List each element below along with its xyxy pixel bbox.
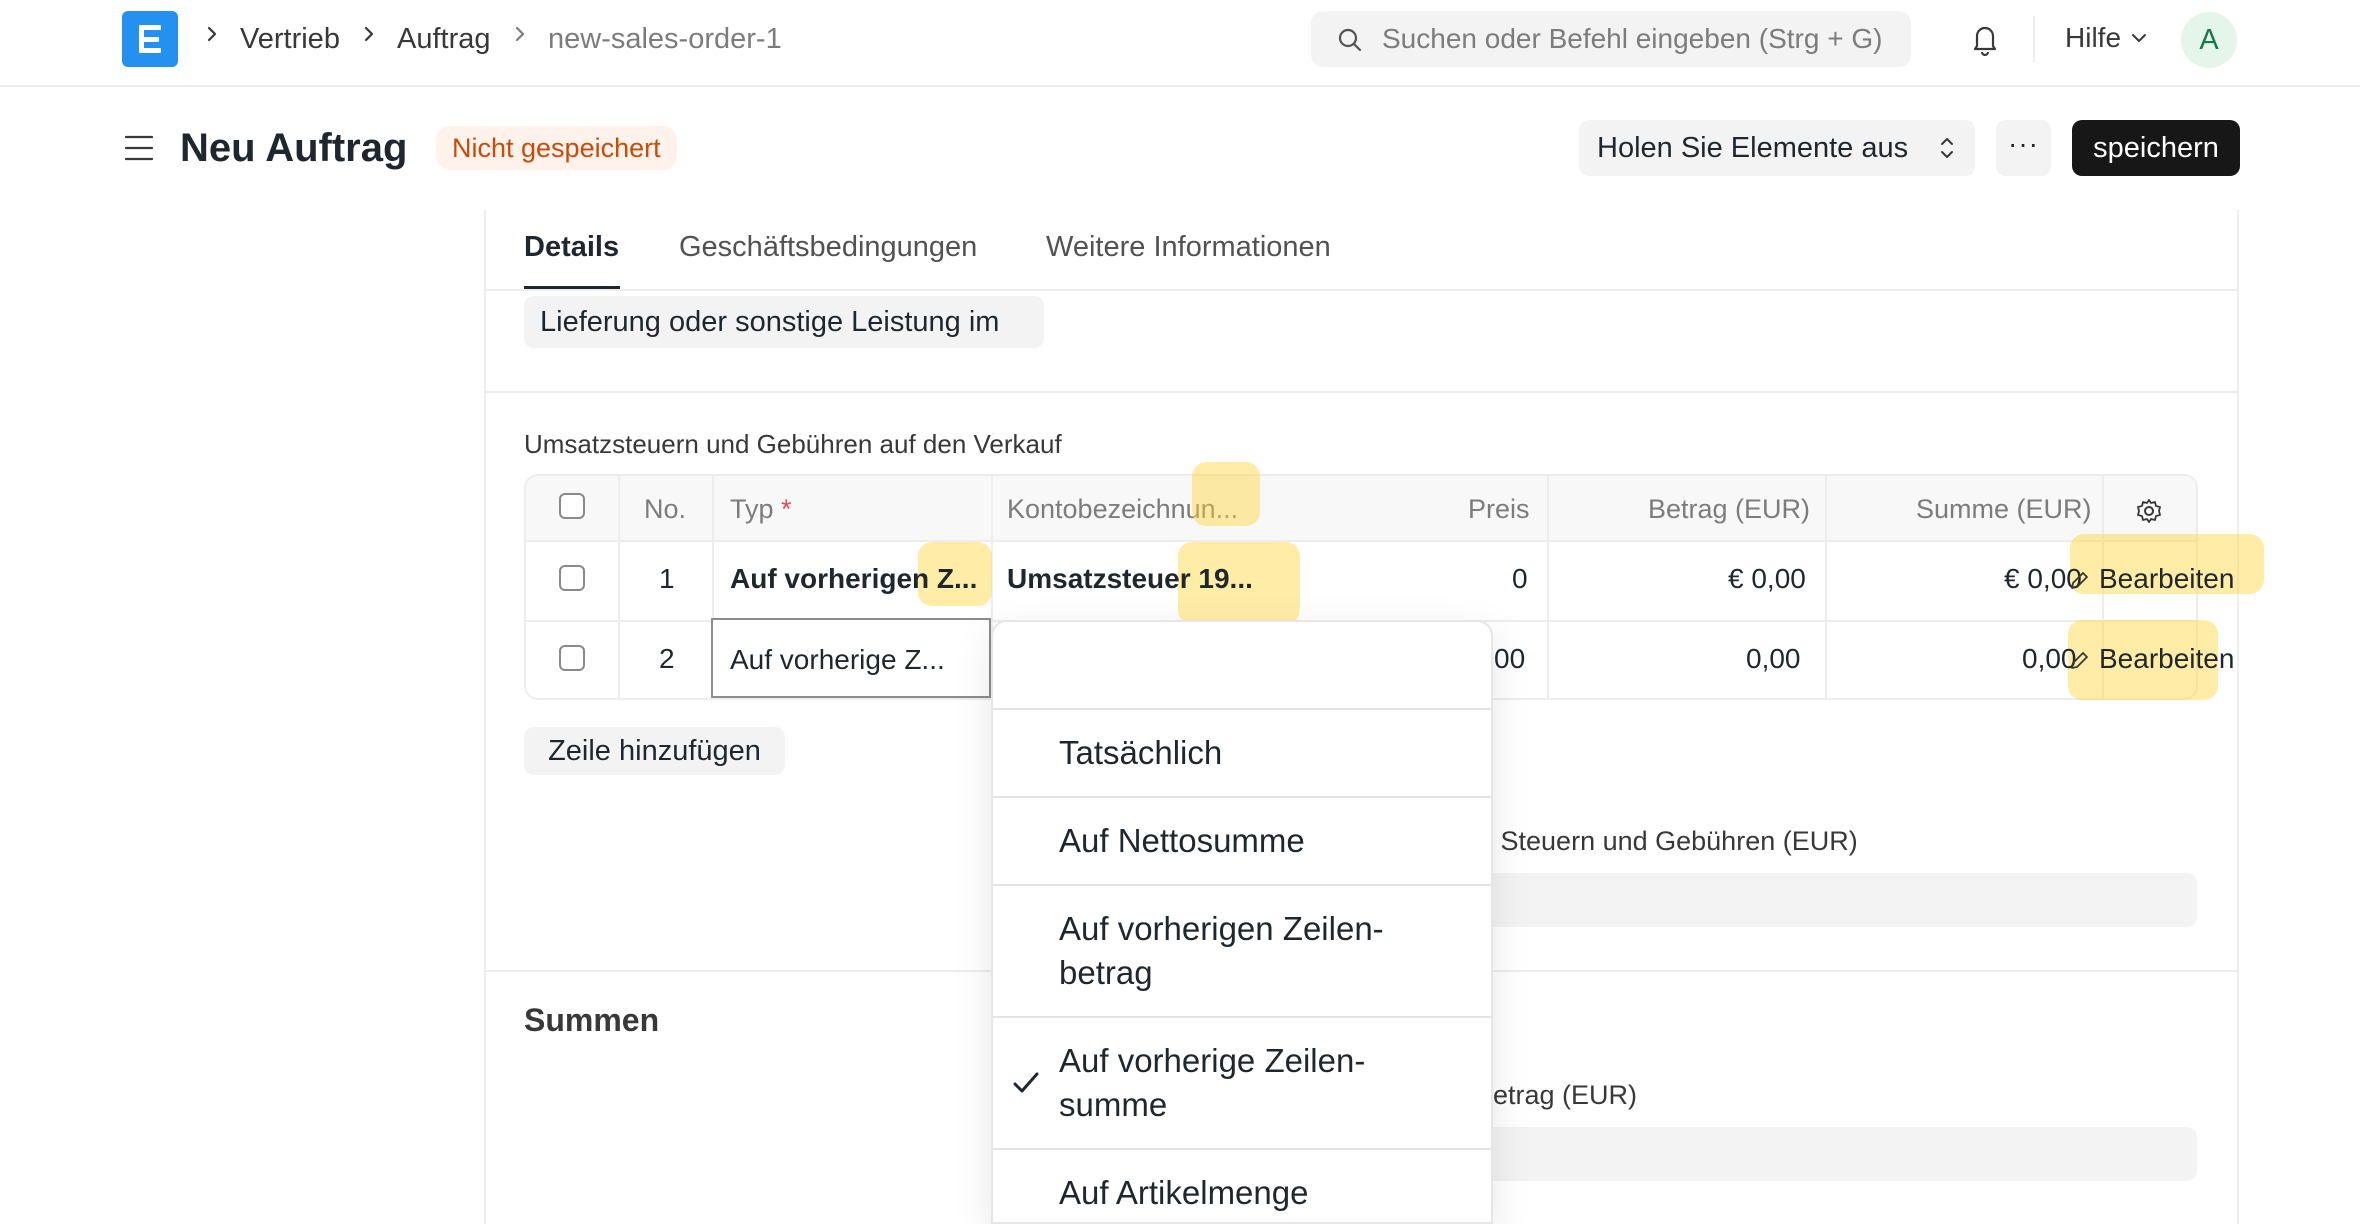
column-divider: [618, 476, 620, 698]
dropdown-option-previous-row-total[interactable]: Auf vorherige Zeilen-summe: [1059, 1039, 1459, 1127]
column-header-rate: Preis: [1468, 494, 1530, 524]
total-taxes-field: [1470, 873, 2197, 927]
help-menu[interactable]: Hilfe: [2065, 19, 2121, 57]
save-button[interactable]: speichern: [2072, 120, 2240, 176]
highlight-mark: [1192, 462, 1260, 526]
dropdown-separator: [993, 708, 1491, 710]
search-placeholder: Suchen oder Befehl eingeben (Strg + G): [1382, 23, 1883, 54]
total-amount-label: betrag (EUR): [1478, 1080, 1638, 1110]
dropdown-option-previous-row-amount[interactable]: Auf vorherigen Zeilen-betrag: [1059, 907, 1459, 995]
supply-type-field[interactable]: Lieferung oder sonstige Leistung im: [524, 296, 1044, 348]
select-updown-icon: [1941, 138, 1953, 158]
bell-icon[interactable]: [1968, 21, 2002, 57]
avatar[interactable]: A: [2181, 12, 2237, 68]
total-taxes-label: e Steuern und Gebühren (EUR): [1478, 826, 1858, 856]
form-card-border: [2237, 210, 2239, 1224]
breadcrumb-vertrieb[interactable]: Vertrieb: [240, 19, 340, 59]
column-divider: [1547, 476, 1549, 698]
form-card-border: [484, 210, 486, 1224]
pencil-icon[interactable]: [2068, 570, 2090, 592]
column-header-total: Summe (EUR): [1916, 494, 2092, 524]
get-items-from-button[interactable]: Holen Sie Elemente aus: [1579, 120, 1975, 176]
search-icon: [1338, 28, 1362, 52]
dropdown-option-on-net-total[interactable]: Auf Nettosumme: [1059, 819, 1459, 863]
total-amount-field: [1470, 1127, 2197, 1181]
chevron-right-icon: [364, 26, 374, 42]
chevron-right-icon: [515, 26, 525, 42]
tab-details[interactable]: Details: [524, 228, 619, 266]
navbar: Vertrieb Auftrag new-sales-order-1 Suche…: [0, 0, 2360, 87]
status-badge: Nicht gespeichert: [436, 126, 677, 170]
totals-section-title: Summen: [524, 1002, 660, 1038]
more-actions-button[interactable]: ···: [1996, 120, 2051, 176]
supply-type-value: Lieferung oder sonstige Leistung im: [540, 306, 1000, 338]
row-edit-button[interactable]: Bearbeiten: [2099, 641, 2234, 677]
tabs-divider: [484, 289, 2239, 291]
column-header-type-label: Typ: [730, 494, 774, 524]
row-no: 1: [659, 563, 675, 594]
row-amount[interactable]: 0,00: [1746, 641, 1801, 677]
get-items-from-label: Holen Sie Elemente aus: [1597, 132, 1909, 164]
breadcrumb-auftrag[interactable]: Auftrag: [397, 19, 491, 59]
select-all-checkbox[interactable]: [559, 493, 585, 519]
row-checkbox[interactable]: [559, 565, 585, 591]
row-no: 2: [659, 643, 675, 674]
add-row-button[interactable]: Zeile hinzufügen: [524, 727, 785, 775]
row-rate[interactable]: 00: [1494, 641, 1525, 677]
app-logo[interactable]: [122, 11, 178, 67]
required-marker: *: [781, 494, 792, 524]
row-edit-button[interactable]: Bearbeiten: [2099, 561, 2234, 597]
dropdown-option-on-item-quantity[interactable]: Auf Artikelmenge: [1059, 1171, 1459, 1215]
row-rate[interactable]: 0: [1512, 561, 1528, 597]
tab-more-info[interactable]: Weitere Informationen: [1046, 228, 1331, 266]
row-amount[interactable]: € 0,00: [1728, 561, 1806, 597]
hamburger-menu-icon[interactable]: [124, 133, 154, 163]
dropdown-separator: [993, 796, 1491, 798]
dropdown-separator: [993, 1148, 1491, 1150]
breadcrumb-current: new-sales-order-1: [548, 23, 782, 55]
column-header-no: No.: [644, 494, 687, 524]
tab-terms[interactable]: Geschäftsbedingungen: [679, 228, 977, 266]
chevron-down-icon[interactable]: [2130, 31, 2148, 45]
column-header-amount: Betrag (EUR): [1648, 494, 1811, 524]
dropdown-separator: [993, 1016, 1491, 1018]
taxes-section-label: Umsatzsteuern und Gebühren auf den Verka…: [524, 429, 1062, 459]
column-divider: [1825, 476, 1827, 698]
pencil-icon[interactable]: [2068, 650, 2090, 672]
chevron-right-icon: [207, 26, 217, 42]
column-header-type: Typ *: [730, 492, 792, 526]
row-type[interactable]: Auf vorherigen Z...: [730, 561, 977, 597]
row-type[interactable]: Auf vorherige Z...: [730, 642, 945, 678]
section-divider: [484, 391, 2239, 393]
dropdown-option-actual[interactable]: Tatsächlich: [1059, 731, 1459, 775]
navbar-divider: [2033, 16, 2035, 62]
dropdown-option-empty[interactable]: [1059, 642, 1459, 686]
checkmark-icon: [1013, 1072, 1039, 1093]
gear-icon[interactable]: [2135, 497, 2163, 525]
type-dropdown: Tatsächlich Auf Nettosumme Auf vorherige…: [991, 620, 1493, 1224]
dropdown-separator: [993, 884, 1491, 886]
row-checkbox[interactable]: [559, 645, 585, 671]
page-title: Neu Auftrag: [180, 126, 408, 170]
search-input[interactable]: Suchen oder Befehl eingeben (Strg + G): [1311, 11, 1911, 67]
row-account[interactable]: Umsatzsteuer 19...: [1007, 561, 1253, 597]
